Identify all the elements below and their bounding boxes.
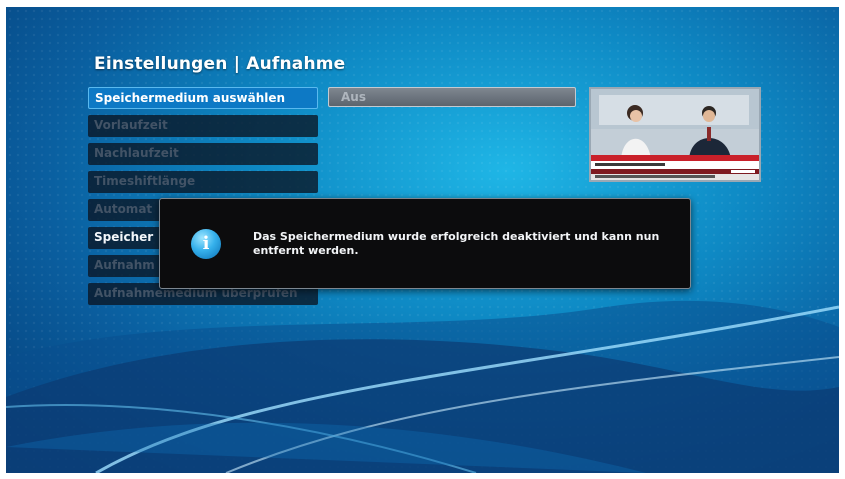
page-title: Einstellungen | Aufnahme <box>94 54 346 74</box>
menu-item-timeshiftlaenge[interactable]: Timeshiftlänge <box>88 171 318 193</box>
info-dialog: i Das Speichermedium wurde erfolgreich d… <box>159 198 691 289</box>
menu-item-speichermedium-auswaehlen[interactable]: Speichermedium auswählen <box>88 87 318 109</box>
menu-item-vorlaufzeit[interactable]: Vorlaufzeit <box>88 115 318 137</box>
dialog-message: Das Speichermedium wurde erfolgreich dea… <box>253 230 660 257</box>
menu-item-nachlaufzeit[interactable]: Nachlaufzeit <box>88 143 318 165</box>
tv-preview <box>589 87 761 182</box>
value-selector[interactable]: Aus <box>328 87 576 107</box>
tv-screen: Einstellungen | Aufnahme Speichermedium … <box>6 7 839 473</box>
preview-image <box>591 89 759 180</box>
info-icon: i <box>191 229 221 259</box>
